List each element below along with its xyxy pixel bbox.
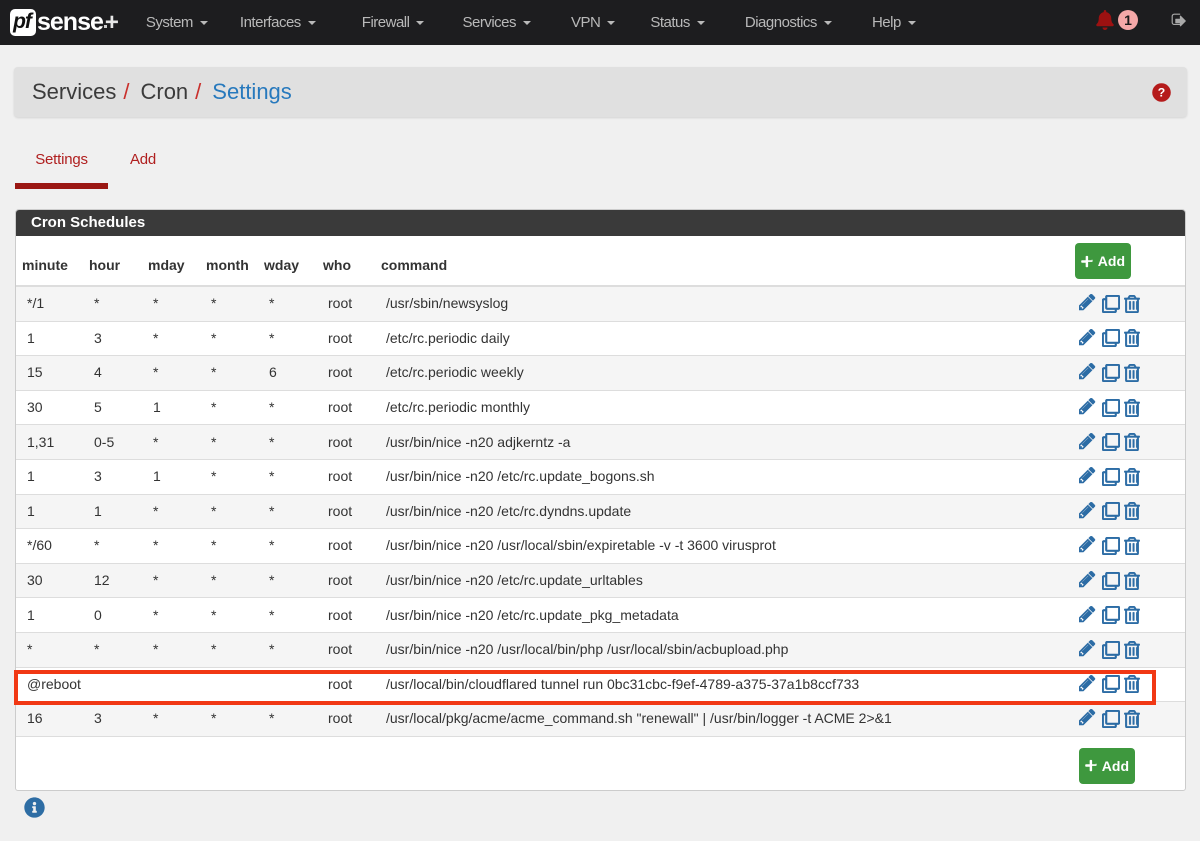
svg-text:?: ? [1158,85,1165,99]
